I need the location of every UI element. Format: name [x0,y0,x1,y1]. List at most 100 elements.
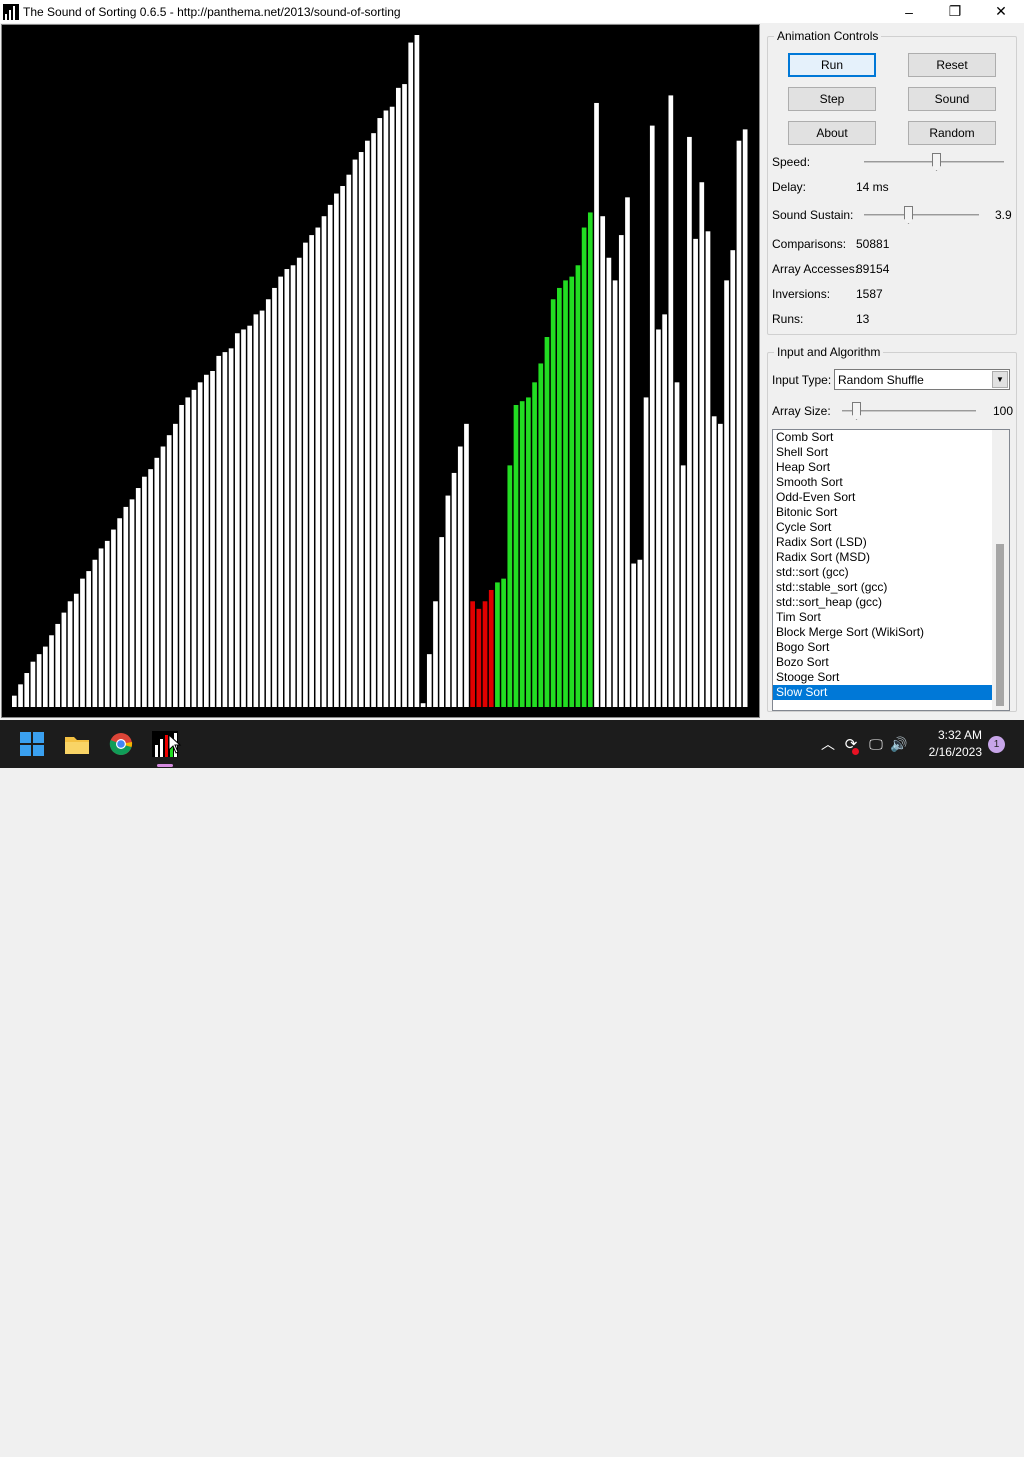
sync-icon[interactable]: ⟳ [838,735,864,755]
array-bar [488,589,494,707]
array-bar [643,397,649,707]
array-bar [334,193,339,707]
start-button[interactable] [16,728,48,760]
speed-slider[interactable] [864,152,1004,172]
system-tray: ︿ ⟳ 🖵 🔊 [818,720,910,768]
array-bar [228,348,234,707]
about-button[interactable]: About [788,121,876,145]
array-bar [166,435,172,707]
sound-sustain-slider[interactable] [864,205,979,225]
array-bar [210,371,215,707]
algorithm-list-item[interactable]: Heap Sort [773,460,994,475]
algorithm-list-item[interactable]: std::sort_heap (gcc) [773,595,994,610]
step-button[interactable]: Step [788,87,876,111]
array-bar [284,269,290,707]
array-bar [259,310,265,707]
notification-badge[interactable]: 1 [988,736,1005,753]
file-explorer-button[interactable] [61,728,93,760]
array-bar [730,250,736,707]
chevron-down-icon[interactable]: ▼ [992,371,1008,388]
reset-button[interactable]: Reset [908,53,996,77]
array-bar [693,238,698,707]
array-bar [296,257,302,707]
algorithm-list-item[interactable]: Stooge Sort [773,670,994,685]
array-bar [457,446,463,707]
delay-label: Delay: [772,180,807,194]
array-bar [724,280,729,707]
algorithm-list[interactable]: Comb Sort Shell Sort Heap Sort Smooth Sort O… [772,429,1010,711]
array-bar [594,102,599,707]
sustain-slider-thumb[interactable] [904,206,913,224]
run-button[interactable]: Run [788,53,876,77]
array-bar [662,314,667,707]
algorithm-list-item[interactable]: Comb Sort [773,430,994,445]
stat-value: 13 [856,312,870,326]
array-bar [234,333,240,707]
input-type-select[interactable]: Random Shuffle ▼ [834,369,1010,390]
array-bar [265,299,271,707]
network-icon[interactable]: 🖵 [864,736,888,753]
clock[interactable]: 3:32 AM 2/16/2023 [929,727,982,761]
algorithm-list-item[interactable]: Shell Sort [773,445,994,460]
close-button[interactable]: ✕ [978,0,1024,23]
minimize-button[interactable]: – [886,0,932,23]
array-bar [67,601,73,707]
array-bar [581,227,587,708]
array-bar [80,578,85,707]
chrome-button[interactable] [105,728,137,760]
array-bar [253,314,259,707]
algorithm-list-item[interactable]: Radix Sort (MSD) [773,550,994,565]
folder-icon [65,737,89,754]
array-bar [154,457,160,707]
array-bar [371,133,376,707]
array-bar [550,299,556,707]
algorithm-list-item[interactable]: Bitonic Sort [773,505,994,520]
algorithm-list-item[interactable]: Smooth Sort [773,475,994,490]
algorithm-list-item[interactable]: Radix Sort (LSD) [773,535,994,550]
algorithm-list-item[interactable]: Odd-Even Sort [773,490,994,505]
array-size-slider[interactable] [842,401,976,421]
algorithm-list-scrollbar[interactable] [992,430,1009,710]
array-bar [129,499,135,707]
array-bar [495,582,500,707]
windows-logo-icon [20,732,44,756]
array-size-slider-thumb[interactable] [852,402,861,420]
array-bar [513,404,519,707]
chevron-up-icon[interactable]: ︿ [818,734,838,754]
algorithm-list-item[interactable]: std::stable_sort (gcc) [773,580,994,595]
clock-time: 3:32 AM [937,728,982,742]
array-bar [501,578,506,707]
array-bar [557,287,562,707]
array-bar [575,265,581,707]
random-button[interactable]: Random [908,121,996,145]
array-bar [587,212,593,707]
sustain-value: 3.9 [995,208,1012,222]
array-bar [519,401,525,707]
array-bar [278,276,283,707]
algorithm-list-item[interactable]: Slow Sort [773,685,994,700]
array-bar [705,231,711,707]
array-bar [507,465,513,707]
algorithm-list-item[interactable]: std::sort (gcc) [773,565,994,580]
array-bar [563,280,568,707]
algorithm-list-item[interactable]: Bozo Sort [773,655,994,670]
algorithm-list-item[interactable]: Tim Sort [773,610,994,625]
algorithm-list-item[interactable]: Bogo Sort [773,640,994,655]
array-bar [426,654,432,707]
array-bar [377,118,383,707]
array-bar [451,472,457,707]
array-bar [606,257,612,707]
array-bar [42,646,48,707]
maximize-button[interactable]: ❐ [932,0,978,23]
stat-label: Comparisons: [772,237,847,251]
algorithm-list-item[interactable]: Block Merge Sort (WikiSort) [773,625,994,640]
array-bar [420,703,426,707]
input-type-value: Random Shuffle [838,373,924,387]
speaker-icon[interactable]: 🔊 [888,736,910,753]
stat-value: 1587 [856,287,883,301]
sound-button[interactable]: Sound [908,87,996,111]
array-bar [699,182,705,708]
algorithm-list-item[interactable]: Cycle Sort [773,520,994,535]
speed-slider-thumb[interactable] [932,153,941,171]
array-bar [736,140,742,708]
